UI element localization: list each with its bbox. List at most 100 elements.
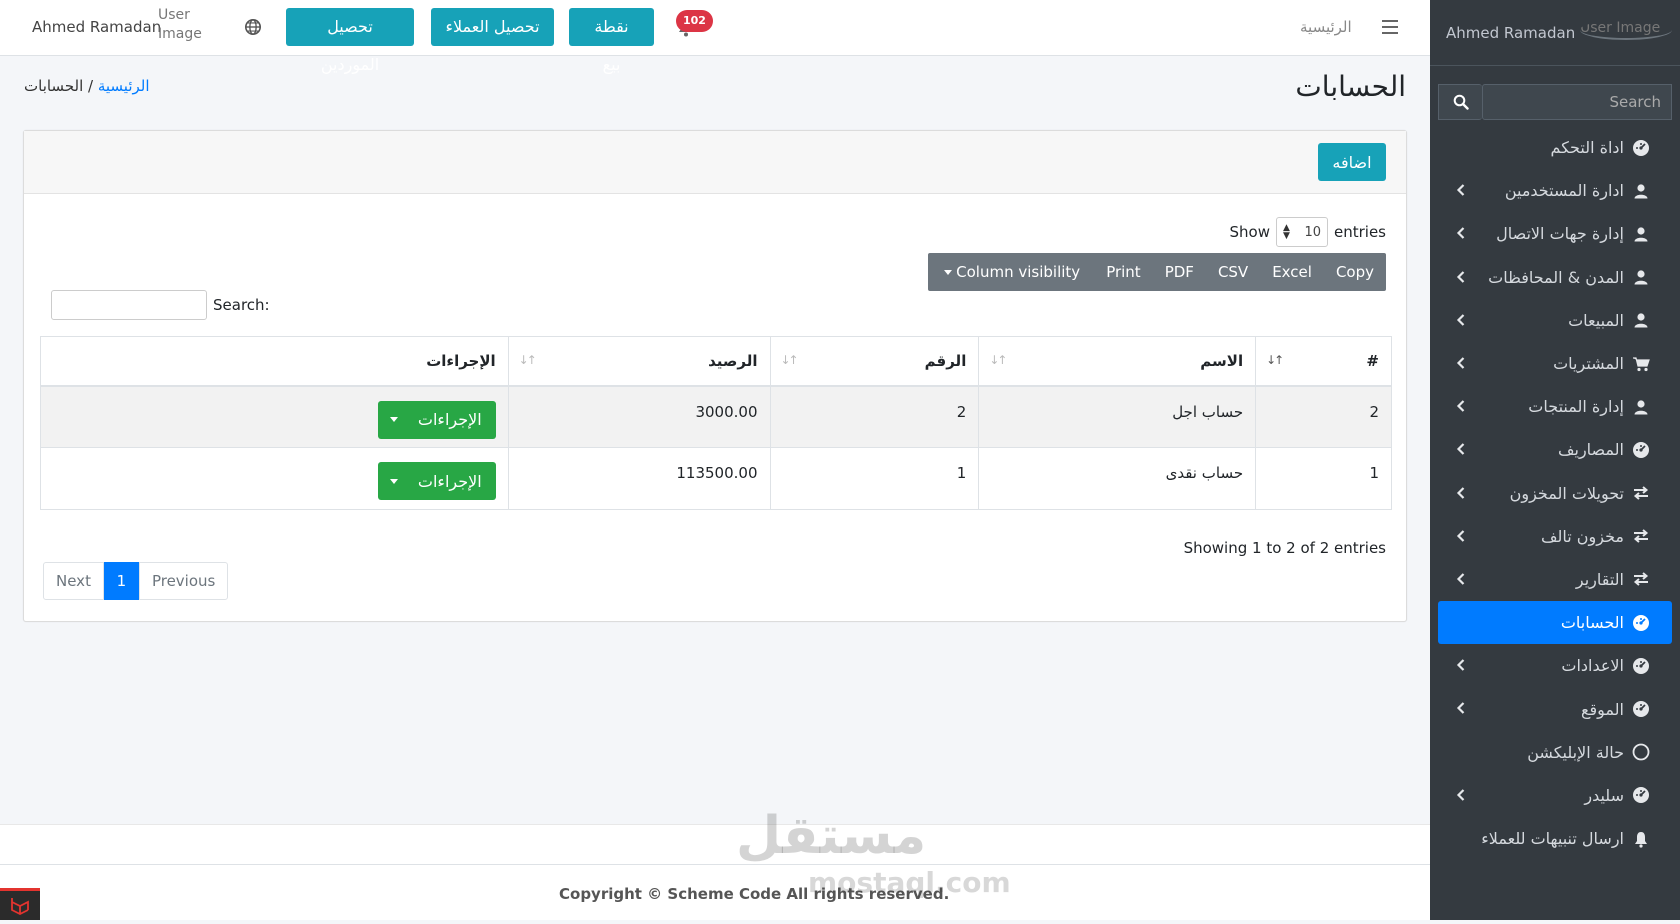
user-icon [1632, 182, 1650, 200]
sidebar-item-15[interactable]: سليدر [1438, 774, 1672, 817]
search-icon [1453, 94, 1469, 110]
chevron-left-icon [1456, 789, 1465, 801]
actions-dropdown-button[interactable]: الإجراءات [377, 400, 496, 439]
sidebar-item-label: حالة الإبليكشن [1527, 742, 1624, 762]
user-avatar[interactable]: User Image [158, 6, 206, 44]
breadcrumb: الرئيسية / الحسابات [24, 77, 150, 95]
dashboard-icon [1632, 441, 1650, 459]
pdf-button[interactable]: PDF [1153, 253, 1206, 291]
sidebar-search-button[interactable] [1438, 84, 1482, 120]
top-navbar: Ahmed Ramadan User Image تحصيل الموردين … [0, 0, 1430, 74]
actions-label: الإجراءات [417, 471, 482, 491]
page-1-button[interactable]: 1 [103, 562, 139, 600]
pagination: Previous 1 Next [43, 562, 229, 600]
accounts-table: # ↑↓ الاسم ↑↓ الرقم ↑↓ الرصيد ↑↓ الإجراءات 2… [40, 336, 1392, 510]
sidebar-item-10[interactable]: التقارير [1438, 558, 1672, 601]
sidebar-item-label: ادارة المستخدمين [1504, 181, 1624, 201]
sidebar-avatar[interactable]: User Image [1580, 20, 1672, 40]
nav-home-link[interactable]: الرئيسية [1300, 18, 1352, 36]
previous-page-button[interactable]: Previous [138, 562, 229, 600]
page-length-select[interactable]: ▲ ▼ 10 [1276, 217, 1328, 247]
cell-id: 1 [1255, 447, 1392, 510]
breadcrumb-home-link[interactable]: الرئيسية [98, 77, 150, 95]
user-name[interactable]: Ahmed Ramadan [32, 18, 161, 36]
sidebar-item-4[interactable]: المبيعات [1438, 299, 1672, 342]
sidebar-item-label: التقارير [1575, 569, 1624, 589]
sidebar-item-0[interactable]: اداة التحكم [1438, 126, 1672, 169]
customer-collection-button[interactable]: تحصيل العملاء [431, 8, 554, 46]
table-info: Showing 1 to 2 of 2 entries [1183, 539, 1386, 557]
sidebar-item-label: المصاريف [1557, 440, 1624, 460]
sidebar-item-16[interactable]: ارسال تنبيهات للعملاء [1438, 817, 1672, 860]
sidebar-item-11[interactable]: الحسابات [1438, 601, 1672, 645]
sidebar-item-7[interactable]: المصاريف [1438, 428, 1672, 471]
sidebar-item-2[interactable]: إدارة جهات الاتصال [1438, 212, 1672, 255]
laravel-icon[interactable] [0, 888, 40, 920]
sidebar-item-1[interactable]: ادارة المستخدمين [1438, 169, 1672, 212]
caret-down-icon [389, 417, 398, 422]
table-search: Search: [51, 290, 270, 320]
actions-label: الإجراءات [417, 410, 482, 429]
circle-icon [1632, 743, 1650, 761]
copy-button[interactable]: Copy [1324, 253, 1386, 291]
cell-number: 2 [769, 385, 980, 448]
add-button[interactable]: اضافه [1318, 143, 1386, 181]
sidebar-item-9[interactable]: مخزون تالف [1438, 515, 1672, 558]
chevron-left-icon [1456, 659, 1465, 672]
sidebar-item-6[interactable]: إدارة المنتجات [1438, 385, 1672, 428]
cell-number: 1 [769, 447, 980, 510]
caret-down-icon [944, 270, 953, 275]
column-header-name[interactable]: الاسم ↑↓ [978, 336, 1257, 387]
chevron-left-icon [1456, 702, 1465, 715]
cell-name: حساب نقدى [978, 447, 1257, 510]
next-page-button[interactable]: Next [43, 562, 104, 600]
column-header-id[interactable]: # ↑↓ [1255, 336, 1392, 387]
sidebar-item-label: الاعدادات [1561, 656, 1624, 676]
supplier-collection-button[interactable]: تحصيل الموردين [286, 8, 414, 74]
column-header-balance[interactable]: الرصيد ↑↓ [507, 336, 771, 387]
footer: Copyright © Scheme Code All rights reser… [0, 864, 1430, 920]
sidebar-nav: اداة التحكم ادارة المستخدمين إدارة جهات ال… [1438, 126, 1672, 860]
column-header-number[interactable]: الرقم ↑↓ [769, 336, 980, 387]
search-label: Search: [213, 296, 270, 314]
column-visibility-button[interactable]: Column visibility [928, 253, 1094, 291]
sidebar-item-5[interactable]: المشتريات [1438, 342, 1672, 385]
sidebar-item-label: المبيعات [1568, 310, 1624, 330]
sidebar-item-3[interactable]: المدن & المحافظات [1438, 256, 1672, 299]
card-header: اضافه [24, 131, 1406, 194]
cell-balance: 3000.00 [507, 385, 771, 448]
sidebar-item-label: الحسابات [1560, 613, 1624, 633]
notification-badge[interactable]: 102 [676, 10, 713, 32]
table-row: 2 حساب اجل 2 3000.00 الإجراءات [40, 385, 1392, 448]
sidebar-item-14[interactable]: حالة الإبليكشن [1438, 731, 1672, 774]
print-button[interactable]: Print [1094, 253, 1153, 291]
actions-dropdown-button[interactable]: الإجراءات [377, 462, 496, 500]
chevron-left-icon [1456, 529, 1465, 542]
mostaql-watermark-logo: مستقل [736, 806, 927, 866]
point-of-sale-button[interactable]: نقطة بيع [569, 8, 654, 74]
sidebar-user-panel: Ahmed Ramadan User Image [1430, 0, 1680, 66]
sidebar-item-label: إدارة المنتجات [1528, 397, 1624, 417]
chevron-left-icon [1456, 184, 1465, 196]
csv-button[interactable]: CSV [1206, 253, 1260, 291]
chevron-left-icon [1456, 443, 1465, 456]
sidebar-search-input[interactable]: Search [1482, 84, 1672, 120]
user-icon [1632, 398, 1650, 416]
excel-button[interactable]: Excel [1260, 253, 1324, 291]
sidebar-item-13[interactable]: الموقع [1438, 687, 1672, 730]
sidebar-item-8[interactable]: تحويلات المخزون [1438, 472, 1672, 515]
length-show-label: Show [1229, 223, 1270, 241]
hamburger-icon[interactable] [1382, 20, 1398, 34]
table-search-input[interactable] [51, 290, 207, 320]
sidebar-item-12[interactable]: الاعدادات [1438, 644, 1672, 687]
exchange-icon [1632, 484, 1650, 502]
bell-icon [1632, 830, 1650, 848]
sidebar-user-name[interactable]: Ahmed Ramadan [1446, 24, 1575, 42]
breadcrumb-current: الحسابات [24, 77, 84, 95]
cell-name: حساب اجل [978, 385, 1257, 448]
chevron-left-icon [1456, 270, 1465, 283]
exchange-icon [1632, 570, 1650, 588]
globe-icon[interactable] [244, 18, 262, 36]
user-icon [1632, 268, 1650, 286]
column-header-actions: الإجراءات [40, 336, 509, 387]
